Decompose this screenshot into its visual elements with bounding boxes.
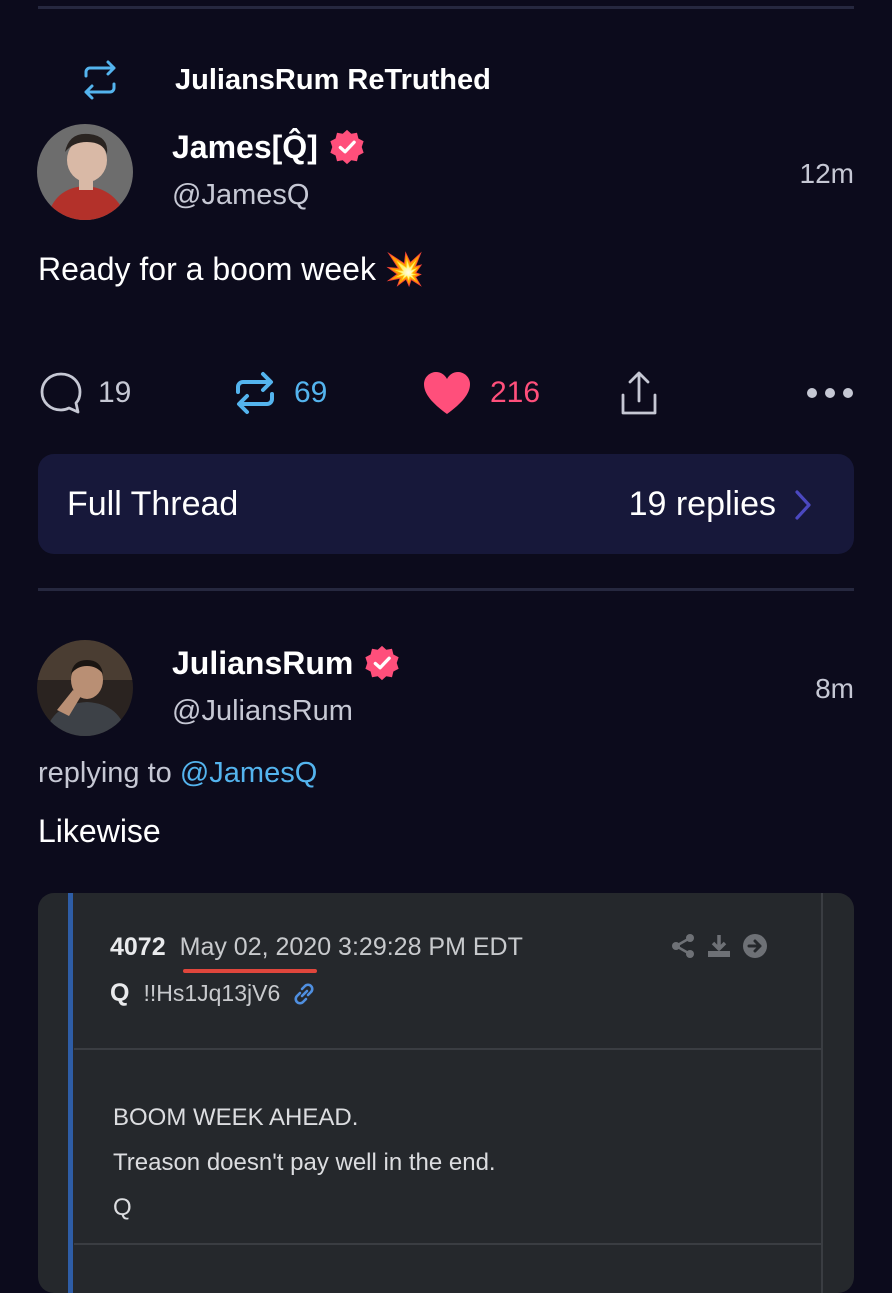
thread-replies-label: 19 replies [628,485,776,523]
arrow-circle-icon [743,934,767,958]
full-thread-label: Full Thread [67,485,239,523]
like-count: 216 [490,376,541,409]
qpost-line: Treason doesn't pay well in the end. [113,1149,496,1176]
more-action[interactable] [806,365,854,421]
qpost-author: Q !!Hs1Jq13jV6 [110,979,318,1008]
qpost-body: BOOM WEEK AHEAD. Treason doesn't pay wel… [113,1095,496,1230]
full-thread-button[interactable]: Full Thread 19 replies [38,454,854,554]
author-name[interactable]: JuliansRum [172,645,353,682]
download-icon [708,935,730,957]
quote-border [821,893,823,1293]
author-handle[interactable]: @JuliansRum [172,695,353,728]
avatar-juliansrum[interactable] [37,640,133,736]
chevron-right-icon [795,490,811,520]
reply-action[interactable]: 19 [38,365,131,421]
retruth-count: 69 [294,376,328,409]
heart-icon [424,372,470,414]
post-text: Likewise [38,813,161,849]
quote-separator [74,1243,821,1245]
qpost-tools [670,933,768,959]
verified-badge-icon [365,645,399,681]
more-icon [807,388,853,398]
post-divider [38,588,854,591]
replying-to: replying to @JamesQ [38,757,317,790]
replying-handle-link[interactable]: @JamesQ [180,757,317,789]
share-nodes-icon [672,934,694,958]
post-actions: 19 69 216 [38,365,854,421]
reply-count: 19 [98,376,132,409]
qpost-poster: Q [110,979,130,1007]
retruth-action[interactable]: 69 [230,365,327,421]
qpost-number: 4072 [110,933,166,961]
qpost-line: Q [113,1194,132,1221]
post-time: 12m [799,158,854,189]
date-underline [183,969,317,973]
post-time: 8m [815,673,854,704]
author-name-row: James[Q̂] [172,128,366,166]
share-action[interactable] [619,365,659,421]
retruth-icon [84,60,116,100]
author-name-row: JuliansRum [172,644,401,682]
replying-prefix: replying to [38,757,180,789]
share-icon [621,371,657,415]
link-icon [294,982,314,1005]
top-divider [38,6,854,9]
qpost-tripcode: !!Hs1Jq13jV6 [143,980,281,1006]
retruth-label[interactable]: JuliansRum ReTruthed [175,64,491,97]
author-name[interactable]: James[Q̂] [172,129,318,166]
reply-icon [40,372,82,414]
qpost-line: BOOM WEEK AHEAD. [113,1104,359,1131]
quote-accent-bar [68,893,73,1293]
retruth-header: JuliansRum ReTruthed [78,58,491,102]
like-action[interactable]: 216 [422,365,540,421]
avatar-jamesq[interactable] [37,124,133,220]
retruth-icon [236,372,274,414]
author-handle[interactable]: @JamesQ [172,179,309,212]
verified-badge-icon [330,129,364,165]
post-text: Ready for a boom week 💥 [38,251,425,287]
attached-image[interactable]: 4072 May 02, 2020 3:29:28 PM EDT Q !!Hs1… [38,893,854,1293]
qpost-header: 4072 May 02, 2020 3:29:28 PM EDT [110,933,523,962]
qpost-date: May 02, 2020 3:29:28 PM EDT [179,933,523,961]
quote-separator [74,1048,821,1050]
